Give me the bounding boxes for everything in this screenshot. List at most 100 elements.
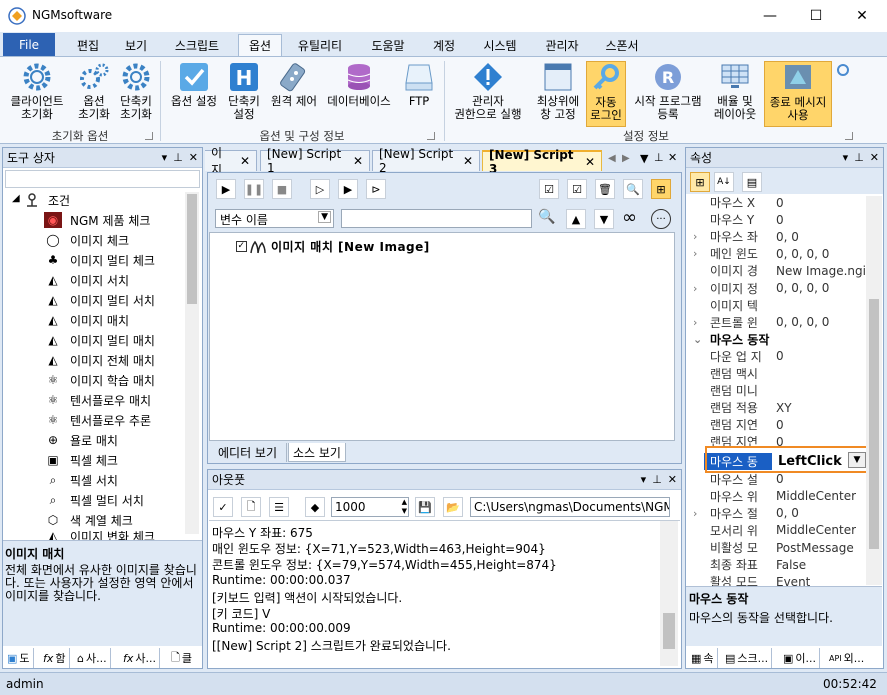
toolbox-item[interactable]: ◭ 이미지 매치 — [44, 310, 129, 330]
output-scrollbar[interactable] — [660, 521, 678, 666]
property-row[interactable]: 랜덤 적용 XY — [690, 399, 866, 416]
expander-icon[interactable]: › — [693, 247, 697, 260]
toolbox-item[interactable]: ◭ 이미지 전체 매치 — [44, 350, 155, 370]
log-path-input[interactable]: C:\Users\ngmas\Documents\NGM6\ — [470, 497, 670, 517]
check-button[interactable]: ☑ — [567, 179, 587, 199]
bottom-tab-clip[interactable]: 🗋 클 — [168, 648, 195, 668]
option-settings-button[interactable]: 옵션 설정 — [164, 61, 224, 127]
tab-editor-view[interactable]: 에디터 보기 — [209, 443, 287, 462]
property-value[interactable]: New Image.ngi — [772, 264, 866, 278]
open-folder-button[interactable]: 📂 — [443, 497, 463, 517]
property-row[interactable]: 마우스 위 MiddleCenter — [690, 488, 866, 505]
tab-list-icon[interactable]: ▼ — [640, 152, 648, 165]
run-from-button[interactable]: ⊳ — [366, 179, 386, 199]
property-value[interactable]: 0 — [772, 213, 784, 227]
tab-scroll-right-icon[interactable]: ▶ — [622, 153, 630, 164]
script-node[interactable]: ✓ 이미지 매치 [New Image] — [236, 238, 430, 255]
group-launcher[interactable] — [845, 132, 853, 140]
close-button[interactable]: ✕ — [839, 0, 885, 32]
reset-options-button[interactable]: 옵션 초기화 — [72, 61, 116, 127]
play-button[interactable]: ▶ — [216, 179, 236, 199]
property-value[interactable]: 0, 0, 0, 0 — [772, 281, 829, 295]
dropdown-arrow-icon[interactable]: ▾ — [641, 473, 647, 486]
toolbox-search-input[interactable] — [5, 170, 200, 188]
property-value[interactable]: MiddleCenter — [772, 523, 856, 537]
property-row[interactable]: 이미지 텍 — [690, 297, 866, 314]
run-selected-button[interactable]: ▶ — [338, 179, 358, 199]
exit-message-button[interactable]: 종료 메시지 사용 — [764, 61, 832, 127]
scroll-thumb[interactable] — [187, 194, 197, 304]
minimize-button[interactable]: — — [747, 0, 793, 32]
toolbox-scrollbar[interactable] — [185, 192, 199, 534]
group-launcher[interactable] — [427, 132, 435, 140]
tab-edit[interactable]: 편집 — [62, 34, 114, 56]
toolbox-item[interactable]: ◯ 이미지 체크 — [44, 230, 129, 250]
export-log-button[interactable]: 🗋 — [241, 497, 261, 517]
more-options-icon[interactable]: ··· — [651, 209, 671, 229]
chevron-down-icon[interactable]: ▼ — [848, 452, 866, 468]
categorized-button[interactable]: ⊞ — [690, 172, 710, 192]
pause-button[interactable]: ❚❚ — [244, 179, 264, 199]
startup-register-button[interactable]: R 시작 프로그램 등록 — [628, 61, 708, 127]
stop-button[interactable]: ■ — [272, 179, 292, 199]
close-icon[interactable]: ✕ — [870, 151, 879, 164]
tree-view-button[interactable]: ⊞ — [651, 179, 671, 199]
bottom-tab-functions[interactable]: fx 함 — [40, 648, 70, 668]
bottom-tab-image[interactable]: ▣ 이... — [780, 648, 821, 668]
property-row[interactable]: 비활성 모 PostMessage — [690, 539, 866, 556]
property-row[interactable]: 모서리 위 MiddleCenter — [690, 522, 866, 539]
close-icon[interactable]: ✕ — [668, 151, 677, 164]
property-value[interactable]: 0 — [772, 196, 784, 210]
property-row[interactable]: 랜덤 미니 — [690, 382, 866, 399]
property-value[interactable]: MiddleCenter — [772, 489, 856, 503]
find-button[interactable]: 🔍 — [623, 179, 643, 199]
save-log-button[interactable]: 💾 — [415, 497, 435, 517]
property-value[interactable]: 0, 0, 0, 0 — [772, 315, 829, 329]
bottom-tab-external[interactable]: API 외... — [826, 648, 867, 668]
tab-help[interactable]: 도움말 — [362, 34, 414, 56]
doc-tab-image[interactable]: 이지 ✕ — [205, 146, 257, 177]
expander-icon[interactable]: ⌄ — [693, 333, 702, 346]
tab-file[interactable]: File — [3, 33, 55, 56]
property-value[interactable]: PostMessage — [772, 541, 854, 555]
reset-shortcut-button[interactable]: 단축키 초기화 — [116, 61, 156, 127]
scroll-thumb[interactable] — [663, 613, 675, 649]
property-category[interactable]: ⌄ 마우스 동작 — [690, 331, 866, 348]
pin-icon[interactable]: ⊥ — [654, 151, 664, 164]
tree-expander-icon[interactable]: ◢ — [12, 193, 20, 204]
property-row[interactable]: 랜덤 맥시 — [690, 365, 866, 382]
bottom-tab-user2[interactable]: fx 사... — [120, 648, 161, 668]
property-row[interactable]: › 마우스 절 0, 0 — [690, 505, 866, 522]
close-icon[interactable]: ✕ — [668, 473, 677, 486]
auto-login-button[interactable]: 자동 로그인 — [586, 61, 626, 127]
property-value[interactable]: 0 — [772, 418, 784, 432]
toolbox-item[interactable]: ⚛ 이미지 학습 매치 — [44, 370, 155, 390]
close-icon[interactable]: ✕ — [585, 155, 595, 169]
toolbox-item[interactable]: ⚛ 텐서플로우 매치 — [44, 390, 152, 410]
refresh-icon[interactable] — [836, 63, 850, 77]
stepper-arrows-icon[interactable]: ▲ ▼ — [402, 498, 407, 516]
property-row[interactable]: › 메인 윈도 0, 0, 0, 0 — [690, 245, 866, 262]
dropdown-arrow-icon[interactable]: ▾ — [162, 151, 168, 164]
property-value[interactable]: 0 — [772, 472, 784, 486]
property-row[interactable]: 다운 업 지 0 — [690, 348, 866, 365]
property-value[interactable]: 0, 0 — [772, 230, 799, 244]
check-all-button[interactable]: ☑ — [539, 179, 559, 199]
expander-icon[interactable]: › — [693, 230, 697, 243]
property-row[interactable]: 마우스 Y 0 — [690, 211, 866, 228]
doc-tab-script3[interactable]: [New] Script 3 ✕ — [482, 148, 602, 176]
expander-icon[interactable]: › — [693, 316, 697, 329]
toolbox-item[interactable]: ♣ 이미지 멀티 체크 — [44, 250, 155, 270]
bottom-tab-toolbox[interactable]: ▣ 도 — [4, 648, 34, 668]
toolbox-item[interactable]: ⚛ 텐서플로우 추론 — [44, 410, 152, 430]
always-on-top-button[interactable]: 최상위에 창 고정 — [530, 61, 586, 127]
doc-tab-script1[interactable]: [New] Script 1 ✕ — [260, 147, 370, 175]
node-checkbox[interactable]: ✓ — [236, 241, 247, 252]
tab-source-view[interactable]: 소스 보기 — [288, 443, 346, 462]
property-pages-button[interactable]: ▤ — [742, 172, 762, 192]
property-row[interactable]: › 이미지 정 0, 0, 0, 0 — [690, 280, 866, 297]
variable-select[interactable]: 변수 이름 ▼ — [215, 209, 334, 228]
run-as-admin-button[interactable]: 관리자 권한으로 실행 — [446, 61, 530, 127]
pin-icon[interactable]: ⊥ — [173, 151, 183, 164]
property-row[interactable]: 최종 좌표 False — [690, 556, 866, 573]
